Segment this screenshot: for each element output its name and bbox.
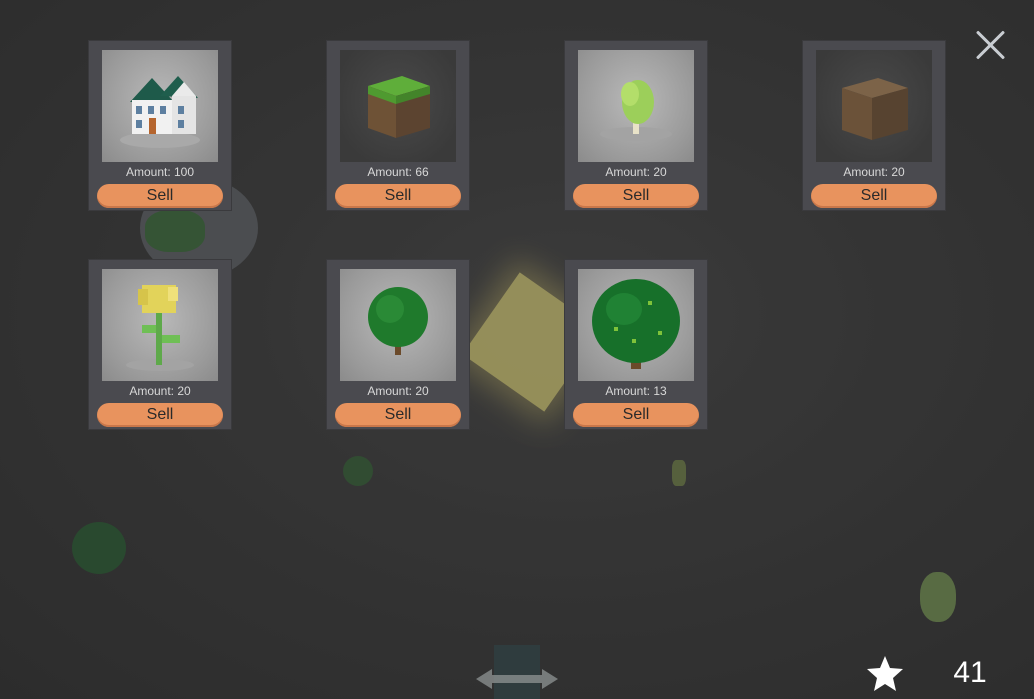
grass-block-icon	[340, 50, 456, 162]
house-icon	[102, 50, 218, 162]
item-amount: Amount: 20	[605, 165, 667, 179]
item-amount: Amount: 66	[367, 165, 429, 179]
shop-item-card: Amount: 20 Sell	[564, 40, 708, 211]
shop-item-card: Amount: 20 Sell	[88, 259, 232, 430]
item-amount: Amount: 13	[605, 384, 667, 398]
score-counter: 41	[953, 656, 987, 689]
sell-button[interactable]: Sell	[335, 184, 461, 208]
horizontal-arrows-icon[interactable]	[472, 645, 562, 699]
shop-item-card: Amount: 13 Sell	[564, 259, 708, 430]
bush-tree-icon	[340, 269, 456, 381]
item-amount: Amount: 20	[367, 384, 429, 398]
small-tree-icon	[578, 50, 694, 162]
close-icon[interactable]	[972, 26, 1010, 64]
star-icon	[867, 656, 903, 691]
shop-item-card: Amount: 20 Sell	[802, 40, 946, 211]
sell-button[interactable]: Sell	[573, 184, 699, 208]
big-tree-icon	[578, 269, 694, 381]
item-amount: Amount: 100	[125, 165, 195, 179]
item-amount: Amount: 20	[843, 165, 905, 179]
sell-button[interactable]: Sell	[97, 184, 223, 208]
shop-item-card: Amount: 100 Sell	[88, 40, 232, 211]
sell-button[interactable]: Sell	[811, 184, 937, 208]
sell-button[interactable]: Sell	[573, 403, 699, 427]
sell-button[interactable]: Sell	[97, 403, 223, 427]
item-amount: Amount: 20	[129, 384, 191, 398]
shop-item-card: Amount: 66 Sell	[326, 40, 470, 211]
dirt-block-icon	[816, 50, 932, 162]
shop-item-card: Amount: 20 Sell	[326, 259, 470, 430]
sell-button[interactable]: Sell	[335, 403, 461, 427]
flower-icon	[102, 269, 218, 381]
